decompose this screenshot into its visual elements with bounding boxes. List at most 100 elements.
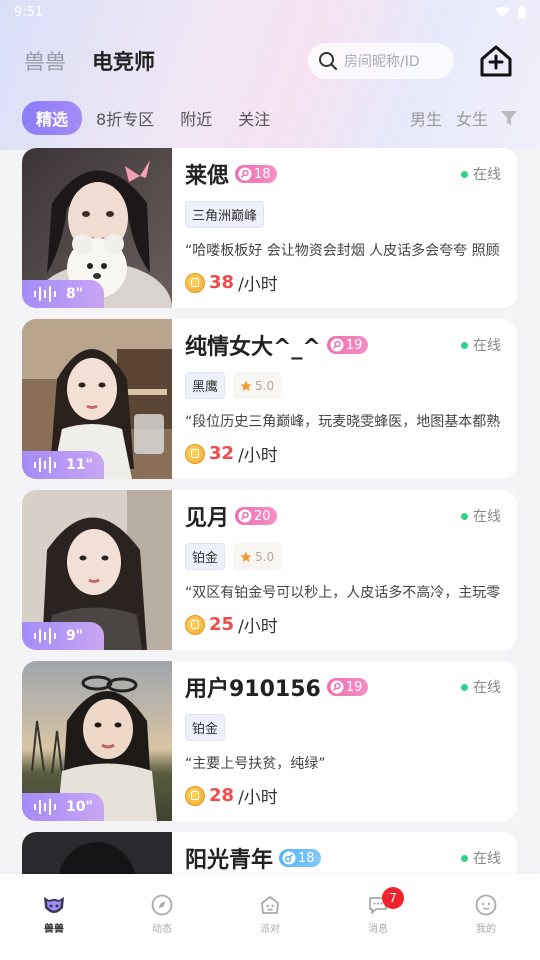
nav-label: 我的 [476,924,496,935]
profile-icon [475,894,497,916]
nav-party[interactable]: 派对 [216,874,324,960]
nav-label: 兽兽 [44,924,64,935]
filter-row: 精选 8折专区 附近 关注 男生 女生 [0,100,540,136]
age-text: 19 [345,337,363,353]
online-text: 在线 [473,167,501,183]
voice-duration: 9" [66,628,84,644]
online-dot [461,512,468,520]
party-icon [261,896,279,914]
online-dot [461,170,468,178]
companion-list: 8" 莱偲 18 在线 三角洲巅峰 “哈喽板板好 会让物资会封烟 人皮话多会夸夸… [22,148,517,960]
online-dot [461,854,468,862]
online-dot [461,683,468,691]
tag-list: 黑鹰 5.0 [185,372,282,399]
companion-card[interactable]: 8" 莱偲 18 在线 三角洲巅峰 “哈喽板板好 会让物资会封烟 人皮话多会夸夸… [22,148,517,308]
tab-esports[interactable]: 电竞师 [92,46,155,76]
online-text: 在线 [473,509,501,525]
price-unit: /小时 [238,446,278,466]
female-icon [238,509,252,523]
companion-description: “双区有铂金号可以秒上，人皮话多不高冷，主玩零 [185,585,501,601]
chip-nearby[interactable]: 附近 [180,106,212,130]
voice-intro-button[interactable]: 11" [22,451,104,479]
companion-card[interactable]: 9" 见月 20 在线 铂金 5.0 “双区有铂金号可以秒上，人皮话多不高冷，主… [22,490,517,650]
top-header: 兽兽 电竞师 房间昵称/ID [0,38,540,84]
voice-duration: 11" [66,457,93,473]
status-bar: 9:51 [0,0,540,24]
filter-female[interactable]: 女生 [456,106,488,130]
chip-discount[interactable]: 8折专区 [96,106,154,130]
age-text: 18 [254,166,271,182]
online-status: 在线 [461,848,501,868]
rank-tag: 铂金 [185,714,226,741]
price-unit: /小时 [238,617,278,637]
tag-list: 铂金 [185,714,226,741]
male-icon [282,851,296,865]
age-badge: 18 [279,849,321,867]
companion-card[interactable]: 11" 纯情女大^_^ 19 在线 黑鹰 5.0 “段位历史三角巅峰，玩麦晓雯蜂… [22,319,517,479]
tag-list: 铂金 5.0 [185,543,282,570]
voice-intro-button[interactable]: 9" [22,622,104,650]
price-value: 28 [209,785,235,806]
status-icons [495,5,526,19]
chip-featured[interactable]: 精选 [22,101,83,135]
companion-description: “主要上号扶贫，纯绿” [185,756,326,772]
price-value: 38 [209,272,235,293]
companion-name: 用户910156 [185,677,321,702]
age-badge: 19 [326,336,369,354]
female-icon [330,680,344,694]
unread-badge: 7 [382,887,404,909]
soundwave-icon [34,286,56,302]
home-add-button[interactable] [476,41,516,81]
price-row: 32 /小时 [185,441,278,466]
house-plus-icon [480,45,512,77]
wifi-icon [495,6,510,18]
chip-following[interactable]: 关注 [238,106,270,130]
name-row: 纯情女大^_^ 19 [185,329,369,361]
companion-name: 见月 [185,506,230,531]
card-info: 纯情女大^_^ 19 在线 黑鹰 5.0 “段位历史三角巅峰，玩麦晓雯蜂医，地图… [185,319,517,479]
funnel-icon[interactable] [500,109,518,127]
nav-shoushou[interactable]: 兽兽 [0,874,108,960]
search-input[interactable]: 房间昵称/ID [308,43,454,79]
age-text: 20 [254,508,271,524]
name-row: 用户910156 19 [185,671,369,703]
star-icon [240,551,252,562]
price-value: 25 [209,614,235,635]
voice-intro-button[interactable]: 10" [22,793,104,821]
nav-messages[interactable]: 消息 7 [324,874,432,960]
nav-moments[interactable]: 动态 [108,874,216,960]
companion-name: 阳光青年 [185,848,274,873]
price-value: 32 [209,443,235,464]
rank-tag: 黑鹰 [185,372,226,399]
companion-name: 莱偲 [185,164,230,189]
soundwave-icon [34,628,56,644]
filter-male[interactable]: 男生 [410,106,442,130]
name-row: 阳光青年 18 [185,842,321,874]
online-text: 在线 [473,851,501,867]
voice-intro-button[interactable]: 8" [22,280,104,308]
nav-label: 消息 [368,924,388,935]
companion-description: “哈喽板板好 会让物资会封烟 人皮话多会夸夸 照顾 [185,243,500,259]
rating-value: 5.0 [255,378,275,393]
online-status: 在线 [461,677,501,697]
tab-shoushou[interactable]: 兽兽 [24,46,66,76]
search-placeholder: 房间昵称/ID [344,54,420,70]
coin-icon [185,443,205,464]
soundwave-icon [34,457,56,473]
rating-value: 5.0 [255,549,275,564]
name-row: 见月 20 [185,500,277,532]
coin-icon [185,785,205,806]
nav-profile[interactable]: 我的 [432,874,540,960]
age-badge: 18 [235,165,277,183]
rating-tag: 5.0 [233,543,282,570]
battery-icon [518,5,526,18]
search-icon [319,52,338,71]
nav-label: 动态 [152,924,172,935]
tag-list: 三角洲巅峰 [185,201,265,228]
companion-card[interactable]: 10" 用户910156 19 在线 铂金 “主要上号扶贫，纯绿” 28 /小时 [22,661,517,821]
coin-icon [185,272,205,293]
online-status: 在线 [461,335,501,355]
beast-icon [44,897,64,913]
card-info: 见月 20 在线 铂金 5.0 “双区有铂金号可以秒上，人皮话多不高冷，主玩零 … [185,490,517,650]
price-row: 38 /小时 [185,270,278,295]
